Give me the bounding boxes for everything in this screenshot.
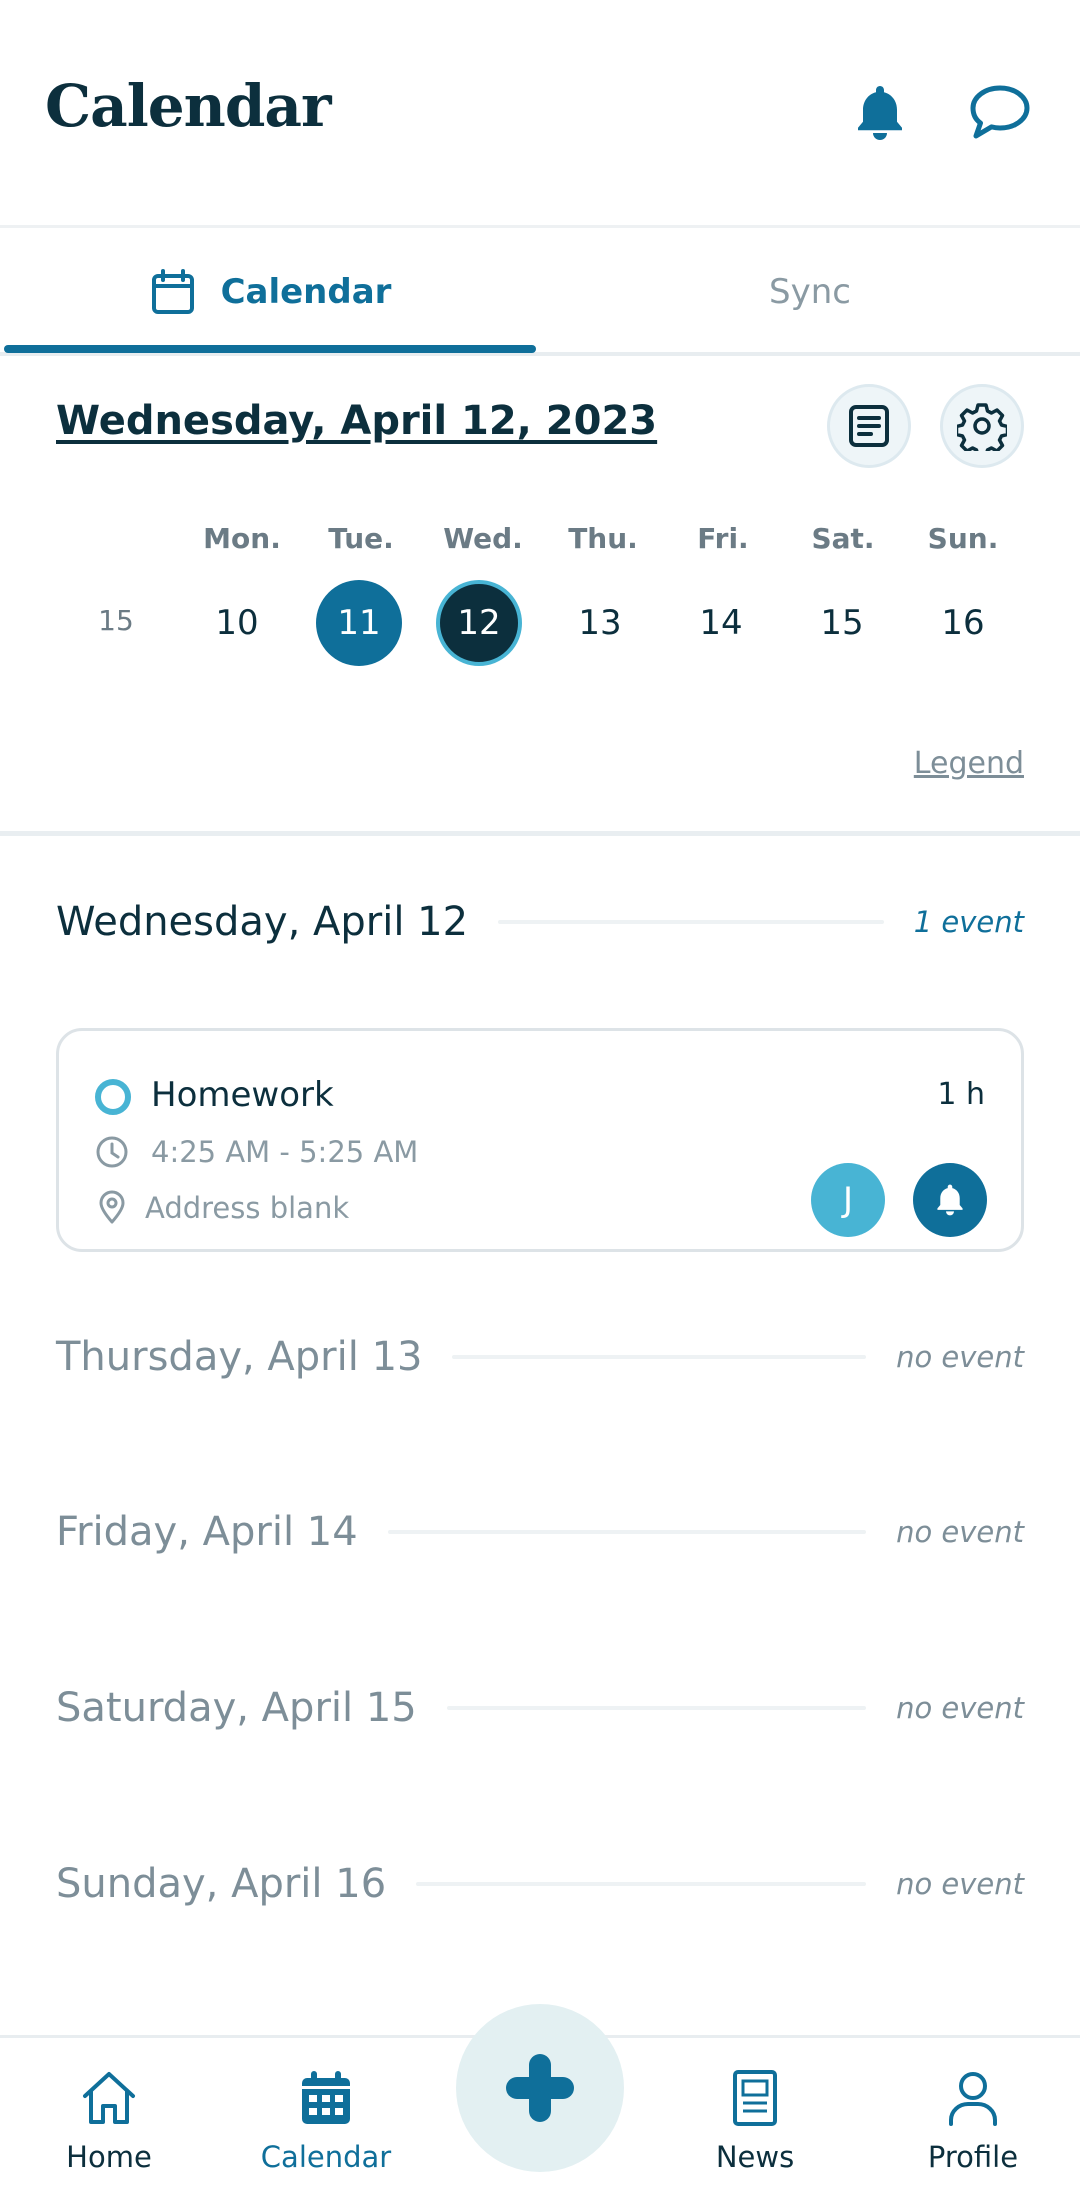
agenda-event-count: no event xyxy=(896,1340,1024,1374)
agenda-event-count: no event xyxy=(896,1691,1024,1725)
agenda-event-count: no event xyxy=(896,1515,1024,1549)
document-icon xyxy=(849,405,889,447)
bell-icon xyxy=(858,86,902,140)
event-address: Address blank xyxy=(145,1191,350,1225)
day-cell-today[interactable]: 11 xyxy=(316,580,402,666)
day-cell-sat[interactable]: 15 xyxy=(799,580,885,666)
page-title: Calendar xyxy=(45,72,332,140)
nav-profile[interactable]: Profile xyxy=(893,2066,1053,2174)
agenda-day-header: Wednesday, April 12 1 event xyxy=(56,897,1024,947)
legend-link[interactable]: Legend xyxy=(914,746,1024,781)
agenda-event-count: no event xyxy=(896,1867,1024,1901)
nav-news-label: News xyxy=(715,2140,795,2174)
nav-profile-label: Profile xyxy=(927,2140,1019,2174)
plus-icon xyxy=(506,2054,574,2122)
view-tabs: Calendar Sync xyxy=(0,231,1080,356)
agenda-day-header: Thursday, April 13 no event xyxy=(56,1332,1024,1382)
divider xyxy=(387,1530,867,1534)
agenda-event-count: 1 event xyxy=(913,905,1024,939)
add-event-button[interactable] xyxy=(456,2004,624,2172)
week-number: 15 xyxy=(98,604,134,637)
home-icon xyxy=(83,2072,135,2124)
week-strip: Wednesday, April 12, 2023 Mon. Tue. Wed.… xyxy=(0,356,1080,836)
notifications-button[interactable] xyxy=(845,78,915,148)
event-duration: 1 h xyxy=(937,1077,985,1112)
event-reminder-button[interactable] xyxy=(913,1163,987,1237)
day-cell-selected[interactable]: 12 xyxy=(436,580,522,666)
day-cell-thu[interactable]: 13 xyxy=(557,580,643,666)
app-header: Calendar xyxy=(0,0,1080,228)
tab-sync[interactable]: Sync xyxy=(540,231,1080,352)
gear-icon xyxy=(957,403,1007,451)
day-cell-mon[interactable]: 10 xyxy=(194,580,280,666)
agenda-day-label: Saturday, April 15 xyxy=(56,1685,417,1731)
nav-news[interactable]: News xyxy=(675,2066,835,2174)
event-status-dot xyxy=(95,1079,131,1115)
calendar-settings-button[interactable] xyxy=(940,384,1024,468)
weekday-label: Sat. xyxy=(811,522,875,555)
tab-calendar-label: Calendar xyxy=(220,271,392,312)
calendar-icon xyxy=(151,268,194,314)
weekday-label: Thu. xyxy=(568,522,638,555)
notes-button[interactable] xyxy=(827,384,911,468)
weekday-label: Fri. xyxy=(697,522,749,555)
tab-calendar[interactable]: Calendar xyxy=(0,231,540,352)
weekday-label: Sun. xyxy=(927,522,999,555)
divider xyxy=(498,920,884,924)
agenda-day-label: Sunday, April 16 xyxy=(56,1861,387,1907)
weekday-label: Wed. xyxy=(443,522,523,555)
news-icon xyxy=(733,2070,777,2126)
agenda-day-header: Saturday, April 15 no event xyxy=(56,1683,1024,1733)
divider xyxy=(452,1355,867,1359)
active-tab-indicator xyxy=(4,345,536,353)
weekday-label: Tue. xyxy=(328,522,394,555)
bell-icon xyxy=(937,1184,963,1216)
agenda-day-header: Friday, April 14 no event xyxy=(56,1507,1024,1557)
nav-home[interactable]: Home xyxy=(29,2066,189,2174)
nav-calendar[interactable]: Calendar xyxy=(246,2066,406,2174)
day-cell-fri[interactable]: 14 xyxy=(678,580,764,666)
location-pin-icon xyxy=(99,1190,125,1224)
day-cell-sun[interactable]: 16 xyxy=(920,580,1006,666)
agenda-day-label: Thursday, April 13 xyxy=(56,1334,423,1380)
weekday-label: Mon. xyxy=(203,522,281,555)
calendar-icon xyxy=(302,2071,350,2124)
agenda-day-label: Wednesday, April 12 xyxy=(56,899,469,945)
selected-date-title[interactable]: Wednesday, April 12, 2023 xyxy=(56,398,657,444)
chat-bubble-icon xyxy=(970,85,1030,139)
user-icon xyxy=(949,2072,997,2126)
participant-avatar[interactable]: J xyxy=(811,1163,885,1237)
agenda-day-label: Friday, April 14 xyxy=(56,1509,358,1555)
divider xyxy=(446,1706,867,1710)
divider xyxy=(416,1882,867,1886)
nav-calendar-label: Calendar xyxy=(260,2140,392,2174)
event-title: Homework xyxy=(151,1075,334,1115)
agenda-day-header: Sunday, April 16 no event xyxy=(56,1859,1024,1909)
nav-home-label: Home xyxy=(66,2140,152,2174)
clock-icon xyxy=(96,1136,128,1168)
messages-button[interactable] xyxy=(965,78,1035,148)
event-card[interactable]: Homework 1 h 4:25 AM - 5:25 AM Address b… xyxy=(56,1028,1024,1252)
event-time: 4:25 AM - 5:25 AM xyxy=(151,1135,419,1169)
tab-sync-label: Sync xyxy=(769,271,851,312)
